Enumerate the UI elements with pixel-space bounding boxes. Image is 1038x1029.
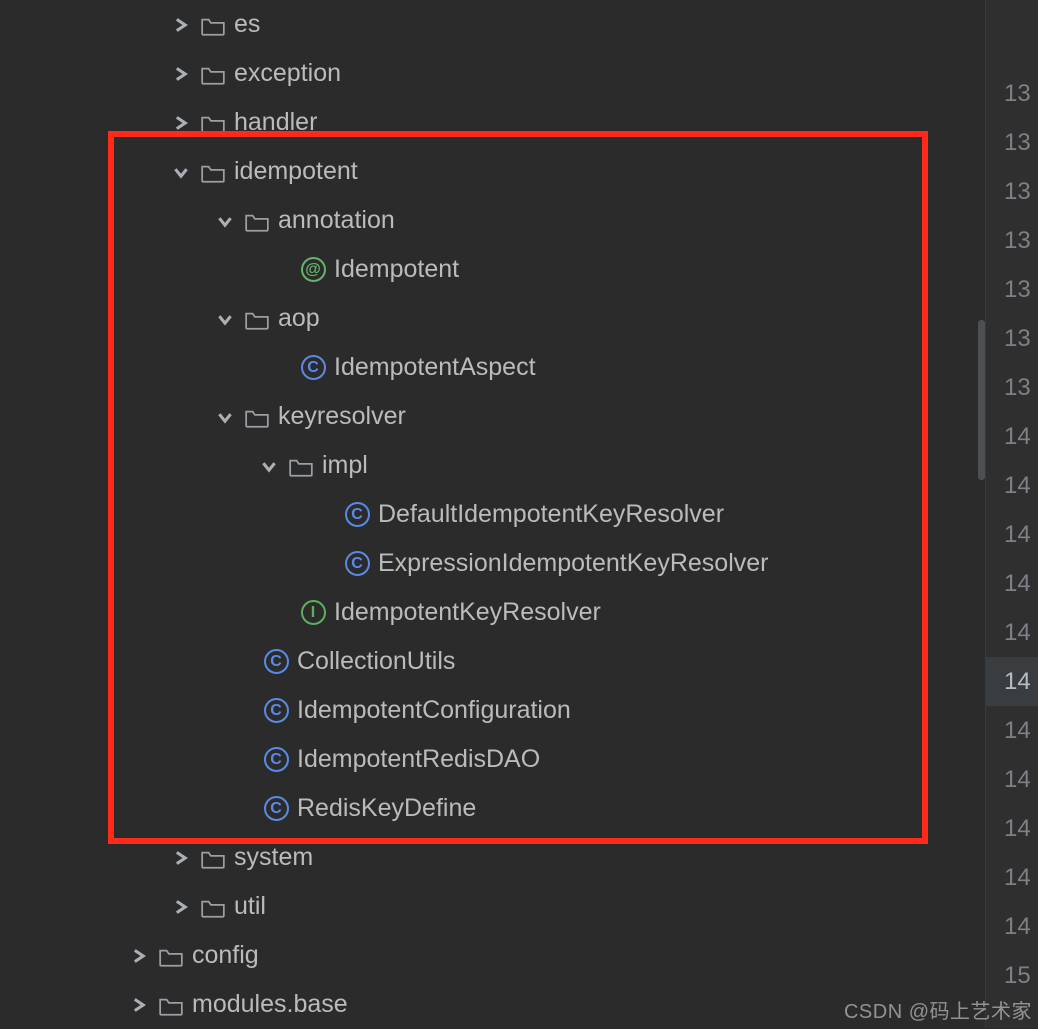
tree-item-file[interactable]: C CollectionUtils <box>0 637 985 686</box>
annotation-icon: @ <box>300 257 326 283</box>
tree-item-label: IdempotentKeyResolver <box>334 598 601 627</box>
chevron-right-icon <box>130 949 148 963</box>
editor-gutter: 13131313131313141414141414141414141415 <box>985 0 1038 1028</box>
folder-icon <box>200 894 226 920</box>
tree-item-label: aop <box>278 304 320 333</box>
tree-item-label: util <box>234 892 266 921</box>
gutter-line: 14 <box>986 804 1038 853</box>
chevron-down-icon <box>172 165 190 179</box>
gutter-line <box>986 20 1038 69</box>
tree-item-label: IdempotentRedisDAO <box>297 745 540 774</box>
gutter-line: 14 <box>986 461 1038 510</box>
tree-item-label: config <box>192 941 259 970</box>
tree-item-label: system <box>234 843 313 872</box>
class-icon: C <box>344 502 370 528</box>
class-icon: C <box>300 355 326 381</box>
interface-icon: I <box>300 600 326 626</box>
class-icon: C <box>263 796 289 822</box>
chevron-right-icon <box>172 900 190 914</box>
tree-item-label: annotation <box>278 206 395 235</box>
tree-item-file[interactable]: C DefaultIdempotentKeyResolver <box>0 490 985 539</box>
class-icon: C <box>344 551 370 577</box>
tree-item-file[interactable]: @ Idempotent <box>0 245 985 294</box>
folder-icon <box>200 110 226 136</box>
class-icon: C <box>263 698 289 724</box>
tree-item-file[interactable]: I IdempotentKeyResolver <box>0 588 985 637</box>
tree-item-label: keyresolver <box>278 402 406 431</box>
watermark-text: CSDN @码上艺术家 <box>844 995 1032 1024</box>
chevron-down-icon <box>216 312 234 326</box>
chevron-right-icon <box>172 116 190 130</box>
gutter-line: 14 <box>986 559 1038 608</box>
tree-item-folder[interactable]: system <box>0 833 985 882</box>
tree-item-label: ExpressionIdempotentKeyResolver <box>378 549 768 578</box>
folder-icon <box>244 306 270 332</box>
tree-item-file[interactable]: C ExpressionIdempotentKeyResolver <box>0 539 985 588</box>
folder-icon <box>200 12 226 38</box>
tree-item-label: modules.base <box>192 990 348 1019</box>
chevron-down-icon <box>216 410 234 424</box>
gutter-line: 14 <box>986 755 1038 804</box>
tree-item-folder[interactable]: config <box>0 931 985 980</box>
folder-icon <box>200 61 226 87</box>
tree-item-label: exception <box>234 59 341 88</box>
tree-item-folder[interactable]: es <box>0 0 985 49</box>
gutter-line: 14 <box>986 853 1038 902</box>
tree-item-label: impl <box>322 451 368 480</box>
gutter-line: 14 <box>986 902 1038 951</box>
chevron-right-icon <box>172 851 190 865</box>
gutter-line: 13 <box>986 167 1038 216</box>
folder-icon <box>244 404 270 430</box>
chevron-right-icon <box>130 998 148 1012</box>
gutter-line: 13 <box>986 69 1038 118</box>
tree-item-label: handler <box>234 108 317 137</box>
tree-item-file[interactable]: C RedisKeyDefine <box>0 784 985 833</box>
project-tree-panel: es exception handler idempotent annotati… <box>0 0 985 1028</box>
folder-icon <box>244 208 270 234</box>
tree-item-folder[interactable]: impl <box>0 441 985 490</box>
gutter-line: 13 <box>986 216 1038 265</box>
tree-item-label: IdempotentAspect <box>334 353 536 382</box>
tree-item-folder[interactable]: util <box>0 882 985 931</box>
gutter-line: 13 <box>986 265 1038 314</box>
tree-item-label: CollectionUtils <box>297 647 455 676</box>
gutter-line: 13 <box>986 118 1038 167</box>
folder-icon <box>288 453 314 479</box>
tree-item-label: RedisKeyDefine <box>297 794 476 823</box>
tree-item-label: DefaultIdempotentKeyResolver <box>378 500 724 529</box>
tree-item-folder[interactable]: idempotent <box>0 147 985 196</box>
gutter-line: 13 <box>986 314 1038 363</box>
gutter-line: 13 <box>986 363 1038 412</box>
chevron-right-icon <box>172 18 190 32</box>
gutter-line: 14 <box>986 510 1038 559</box>
tree-item-folder[interactable]: aop <box>0 294 985 343</box>
chevron-down-icon <box>260 459 278 473</box>
gutter-line: 14 <box>986 608 1038 657</box>
tree-item-folder[interactable]: annotation <box>0 196 985 245</box>
gutter-line: 14 <box>986 706 1038 755</box>
folder-icon <box>200 845 226 871</box>
gutter-line: 14 <box>986 412 1038 461</box>
tree-item-folder[interactable]: modules.base <box>0 980 985 1029</box>
scrollbar-thumb[interactable] <box>978 320 985 480</box>
tree-item-label: es <box>234 10 260 39</box>
tree-item-folder[interactable]: handler <box>0 98 985 147</box>
class-icon: C <box>263 649 289 675</box>
tree-item-label: idempotent <box>234 157 358 186</box>
gutter-line: 15 <box>986 951 1038 1000</box>
chevron-right-icon <box>172 67 190 81</box>
tree-item-label: Idempotent <box>334 255 459 284</box>
tree-item-file[interactable]: C IdempotentConfiguration <box>0 686 985 735</box>
tree-item-file[interactable]: C IdempotentRedisDAO <box>0 735 985 784</box>
chevron-down-icon <box>216 214 234 228</box>
folder-icon <box>158 943 184 969</box>
class-icon: C <box>263 747 289 773</box>
folder-icon <box>158 992 184 1018</box>
folder-icon <box>200 159 226 185</box>
tree-item-folder[interactable]: exception <box>0 49 985 98</box>
tree-item-label: IdempotentConfiguration <box>297 696 571 725</box>
tree-item-folder[interactable]: keyresolver <box>0 392 985 441</box>
gutter-line: 14 <box>986 657 1038 706</box>
tree-item-file[interactable]: C IdempotentAspect <box>0 343 985 392</box>
